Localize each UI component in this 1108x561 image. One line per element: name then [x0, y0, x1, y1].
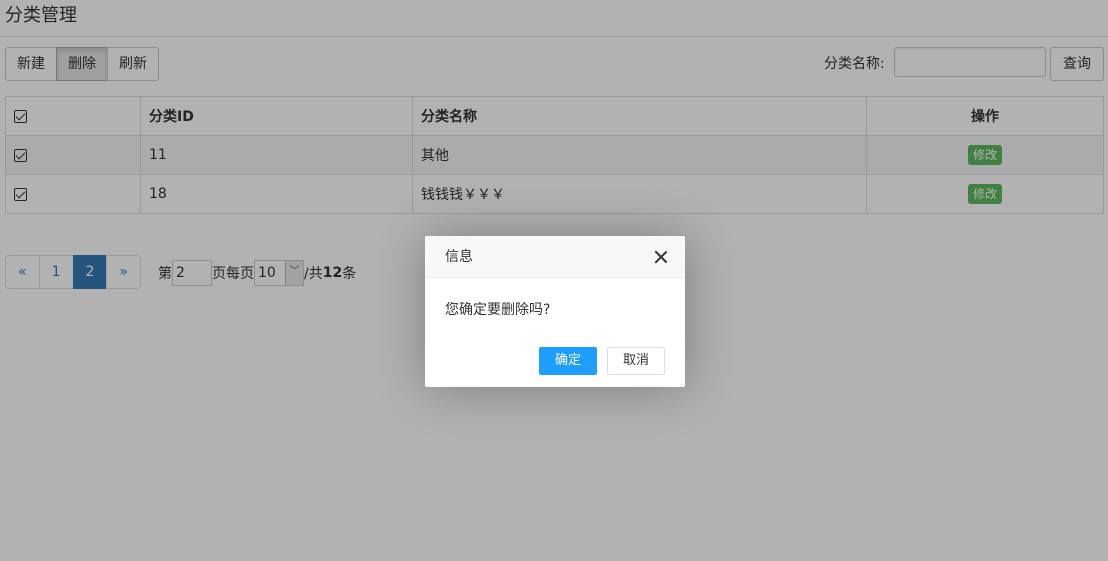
dialog-buttons: 确定 取消	[538, 347, 665, 375]
close-icon[interactable]	[653, 249, 669, 265]
dialog-header: 信息	[425, 236, 685, 278]
cancel-button[interactable]: 取消	[606, 347, 665, 375]
confirm-dialog: 信息 您确定要删除吗? 确定 取消	[425, 236, 685, 387]
dialog-message: 您确定要删除吗?	[445, 302, 551, 318]
dialog-title: 信息	[445, 249, 473, 265]
confirm-button[interactable]: 确定	[538, 347, 597, 375]
